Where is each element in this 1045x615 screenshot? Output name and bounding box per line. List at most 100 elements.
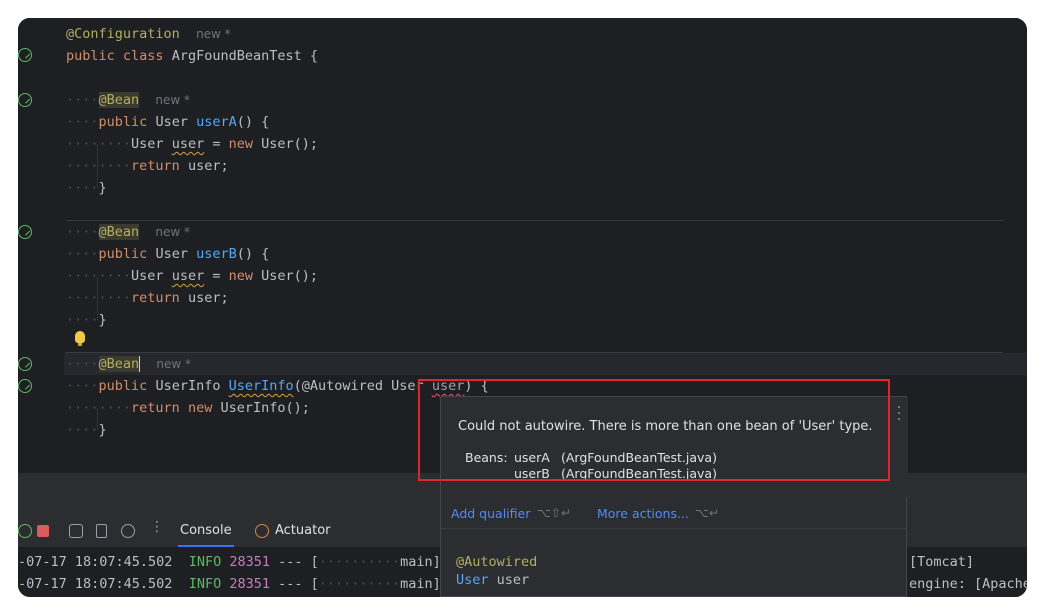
constructor-call: User();: [252, 136, 319, 152]
keyword-token: public: [98, 246, 148, 262]
brace-token: }: [98, 422, 107, 438]
keyword-token: public: [66, 48, 115, 64]
variable-warning[interactable]: user: [172, 136, 205, 152]
camera-icon[interactable]: [69, 524, 83, 538]
keyword-token: return: [131, 158, 180, 174]
inlay-hint[interactable]: new *: [196, 27, 231, 41]
keyword-token: new: [228, 268, 253, 284]
parens-token: () {: [236, 114, 270, 130]
code-line: ········User user = new User();: [66, 268, 319, 284]
actuator-icon: [255, 524, 269, 538]
type-token: User: [131, 136, 164, 152]
type-token: User: [155, 246, 188, 262]
code-line: ········User user = new User();: [66, 136, 319, 152]
type-token: User: [131, 268, 164, 284]
annotation-token: @Bean: [98, 92, 140, 108]
console-line: -07-17 18:07:45.502 INFO 28351 --- [····…: [18, 576, 441, 592]
class-name: ArgFoundBeanTest: [171, 48, 302, 64]
code-line: @Configuration new *: [66, 23, 231, 45]
popup-actions: Add qualifier ⌥⇧↵ More actions... ⌥↵: [441, 502, 908, 526]
rerun-icon[interactable]: [18, 524, 32, 538]
doc-annotation: @Autowired: [456, 554, 538, 570]
keyword-token: new: [228, 136, 253, 152]
editor-gutter: [18, 18, 64, 473]
variable-warning[interactable]: user: [172, 268, 205, 284]
export-icon[interactable]: [96, 524, 107, 538]
add-qualifier-shortcut: ⌥⇧↵: [537, 506, 571, 520]
stop-icon[interactable]: [37, 525, 49, 537]
highlight-annotation-box: [418, 379, 890, 481]
method-name: userB: [196, 246, 237, 262]
spring-bean-gutter-icon[interactable]: [18, 225, 32, 239]
log-thread: main]: [400, 576, 441, 592]
constructor-call: UserInfo();: [212, 400, 310, 416]
console-line: -07-17 18:07:45.502 INFO 28351 --- [····…: [18, 554, 441, 570]
type-token: UserInfo: [155, 378, 221, 394]
popup-divider: [441, 528, 906, 529]
constructor-call: User();: [252, 268, 319, 284]
log-thread: main]: [400, 554, 441, 570]
code-line: public class ArgFoundBeanTest {: [66, 45, 318, 67]
code-line: ····public User userB() {: [66, 246, 270, 262]
operator-token: =: [204, 136, 229, 152]
log-separator: --- [: [270, 576, 319, 592]
doc-type[interactable]: User: [456, 572, 489, 588]
inlay-hint[interactable]: new *: [156, 357, 191, 371]
log-timestamp: -07-17 18:07:45.502: [18, 554, 173, 570]
more-actions-link[interactable]: More actions...: [597, 506, 689, 521]
code-line: ········return new UserInfo();: [66, 400, 310, 416]
more-icon[interactable]: ⋮: [150, 519, 164, 535]
annotation-token: @Bean: [98, 224, 140, 240]
inlay-hint[interactable]: new *: [155, 93, 190, 107]
keyword-token: public: [98, 378, 148, 394]
parens-token: () {: [236, 246, 270, 262]
popup-menu-icon[interactable]: · · ·: [896, 401, 902, 427]
console-line-tail: engine: [Apache: [909, 576, 1027, 592]
log-pid: 28351: [229, 576, 270, 592]
doc-variable: user: [488, 572, 530, 588]
code-line: ····}: [66, 312, 107, 328]
code-line: ········return user;: [66, 158, 229, 174]
annotation-token: @Bean: [98, 356, 140, 372]
gauge-icon[interactable]: [121, 524, 135, 538]
type-token: User: [155, 114, 188, 130]
code-line: ····}: [66, 422, 107, 438]
code-line: ····public User userA() {: [66, 114, 270, 130]
keyword-token: public: [98, 114, 148, 130]
spring-injection-gutter-icon[interactable]: [18, 379, 32, 393]
operator-token: =: [204, 268, 229, 284]
method-name: userA: [196, 114, 237, 130]
log-timestamp: -07-17 18:07:45.502: [18, 576, 173, 592]
method-name[interactable]: UserInfo: [229, 378, 294, 394]
parameter-annotation: (@Autowired User: [293, 378, 432, 394]
brace-token: }: [98, 312, 107, 328]
add-qualifier-link[interactable]: Add qualifier: [451, 506, 530, 521]
inlay-hint[interactable]: new *: [155, 225, 190, 239]
more-actions-shortcut: ⌥↵: [695, 506, 719, 520]
tab-actuator[interactable]: Actuator: [275, 515, 331, 547]
ide-window: @Configuration new * public class ArgFou…: [18, 18, 1027, 597]
console-line-tail: [Tomcat]: [909, 554, 975, 570]
code-line: ····@Bean new *: [66, 356, 192, 372]
log-level: INFO: [188, 554, 222, 570]
text-caret: [139, 356, 141, 372]
code-line: ····@Bean new *: [66, 224, 191, 240]
return-value: user;: [179, 158, 229, 174]
brace-token: }: [98, 180, 107, 196]
spring-bean-gutter-icon[interactable]: [18, 93, 32, 107]
log-pid: 28351: [229, 554, 270, 570]
keyword-token: class: [122, 48, 164, 64]
keyword-token: new: [179, 400, 213, 416]
brace-token: {: [309, 48, 319, 64]
tab-console[interactable]: Console: [178, 515, 234, 547]
spring-bean-gutter-icon[interactable]: [18, 48, 32, 62]
code-line: ····@Bean new *: [66, 92, 191, 108]
doc-declaration: User user: [456, 572, 529, 588]
keyword-token: return: [131, 290, 180, 306]
keyword-token: return: [131, 400, 180, 416]
spring-bean-gutter-icon[interactable]: [18, 357, 32, 371]
log-separator: --- [: [270, 554, 319, 570]
code-line: ····}: [66, 180, 107, 196]
log-level: INFO: [188, 576, 222, 592]
return-value: user;: [179, 290, 229, 306]
